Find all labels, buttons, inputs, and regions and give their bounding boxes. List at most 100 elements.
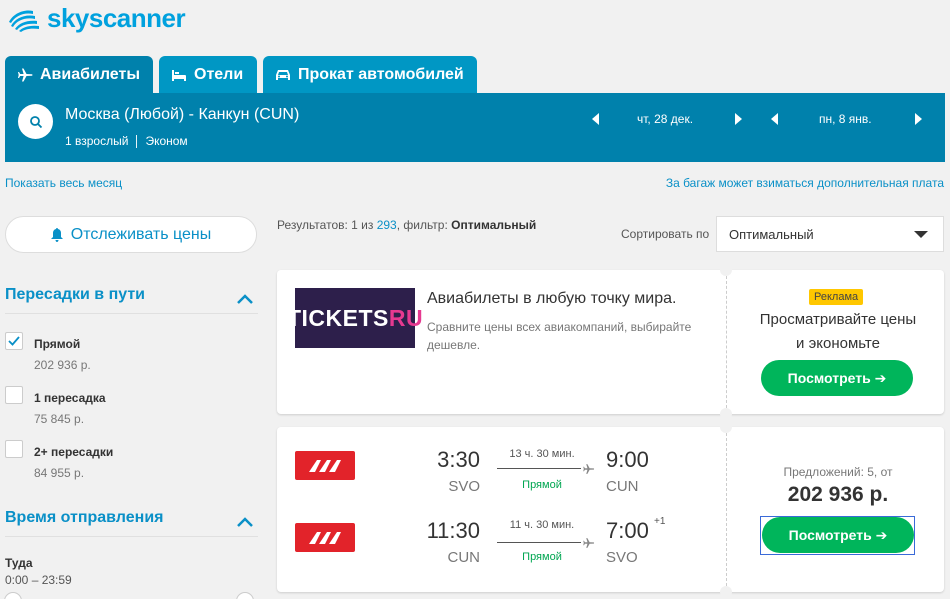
results-prefix: Результатов: 1 из [277, 218, 377, 232]
tab-hotels-label: Отели [194, 65, 244, 83]
tab-flights-label: Авиабилеты [40, 65, 140, 83]
leg1-stops: Прямой [522, 479, 562, 491]
leg2-duration: 11 ч. 30 мин. [509, 519, 575, 531]
offers-count[interactable]: Предложений: 5, от [733, 465, 943, 479]
stops-filter-title[interactable]: Пересадки в пути [5, 286, 145, 304]
ad-description: Сравните цены всех авиакомпаний, выбирай… [427, 320, 692, 352]
leg1-arrival-time: 9:00 [606, 447, 649, 472]
return-date[interactable]: пн, 8 янв. [819, 112, 872, 126]
leg2-day-offset: +1 [654, 516, 666, 527]
airline-logo [295, 523, 355, 552]
departure-collapse-toggle[interactable] [237, 514, 253, 532]
chevron-up-icon [237, 294, 253, 304]
tab-car-rental[interactable]: Прокат автомобилей [263, 56, 477, 93]
ad-promo-line2: и экономьте [796, 335, 880, 352]
depart-prev-button[interactable] [590, 112, 600, 126]
caret-right-icon [734, 113, 742, 125]
airline-logo [295, 451, 355, 480]
ticketsru-logo[interactable]: TICKETS RU [287, 288, 423, 348]
time-slider-end-handle[interactable] [236, 592, 254, 599]
ticket-notch [720, 408, 732, 420]
leg2-departure-airport: CUN [447, 549, 481, 566]
ticket-notch [720, 264, 732, 276]
plane-icon [17, 67, 33, 83]
checkmark-icon [8, 336, 20, 346]
tab-flights[interactable]: Авиабилеты [5, 56, 153, 93]
depart-date[interactable]: чт, 28 дек. [637, 112, 693, 126]
logo-suffix-text: RU [388, 304, 424, 331]
departure-time-title[interactable]: Время отправления [5, 509, 164, 527]
caret-left-icon [770, 113, 778, 125]
skyscanner-logo[interactable]: skyscanner [5, 3, 186, 33]
time-slider-start-handle[interactable] [4, 592, 22, 599]
passenger-summary[interactable]: 1 взрослый Эконом [65, 134, 188, 148]
search-button[interactable] [18, 104, 53, 139]
direct-label[interactable]: Прямой [34, 337, 80, 351]
sunrise-logo-icon [9, 10, 39, 32]
leg1-duration: 13 ч. 30 мин. [509, 448, 575, 460]
track-prices-label: Отслеживать цены [70, 225, 212, 243]
leg1-departure-time: 3:30 [437, 447, 480, 472]
filter-prefix: , фильтр: [396, 218, 452, 232]
two-plus-stops-checkbox[interactable] [5, 440, 23, 458]
ticket-notch [720, 586, 732, 598]
outbound-time-range: 0:00 – 23:59 [5, 573, 72, 587]
flight-card-divider [726, 433, 727, 586]
leg2-departure-time: 11:30 [426, 518, 480, 543]
brand-name: skyscanner [47, 3, 186, 33]
baggage-fee-link[interactable]: За багаж может взиматься дополнительная … [666, 176, 944, 190]
one-stop-price: 75 845 р. [34, 412, 85, 426]
sort-value: Оптимальный [729, 226, 814, 242]
ad-view-button[interactable]: Посмотреть ➔ [761, 360, 913, 396]
route-text[interactable]: Москва (Любой) - Канкун (CUN) [65, 106, 299, 124]
bed-icon [171, 68, 187, 82]
divider [136, 134, 138, 148]
return-next-button[interactable] [913, 112, 923, 126]
passenger-count: 1 взрослый [65, 134, 129, 148]
bell-icon [50, 227, 63, 242]
stops-collapse-toggle[interactable] [237, 291, 253, 309]
car-icon [275, 68, 291, 82]
flight-price: 202 936 р. [787, 483, 889, 506]
show-month-link[interactable]: Показать весь месяц [5, 176, 122, 190]
ad-title[interactable]: Авиабилеты в любую точку мира. [427, 290, 676, 308]
leg2-arrival-airport: SVO [606, 549, 638, 566]
search-summary-bar [5, 93, 945, 162]
cabin-class: Эконом [145, 134, 188, 148]
leg2-flight-line [497, 542, 581, 543]
results-summary: Результатов: 1 из 293, фильтр: Оптимальн… [277, 218, 536, 232]
ad-promo-line1: Просматривайте цены [759, 311, 917, 328]
two-plus-stops-label[interactable]: 2+ пересадки [34, 445, 113, 459]
ad-promo-text: Просматривайте цены и экономьте [733, 308, 943, 356]
results-total[interactable]: 293 [377, 218, 397, 232]
divider [5, 313, 258, 314]
depart-next-button[interactable] [733, 112, 743, 126]
logo-main-text: TICKETS [286, 304, 389, 331]
ad-badge: Реклама [809, 289, 864, 305]
tab-car-rental-label: Прокат автомобилей [298, 65, 464, 83]
one-stop-checkbox[interactable] [5, 386, 23, 404]
direct-checkbox[interactable] [5, 332, 23, 350]
one-stop-label[interactable]: 1 пересадка [34, 391, 106, 405]
chevron-up-icon [237, 517, 253, 527]
two-plus-stops-price: 84 955 р. [34, 466, 85, 480]
caret-right-icon [914, 113, 922, 125]
caret-down-icon [914, 231, 928, 238]
return-prev-button[interactable] [769, 112, 779, 126]
sort-select[interactable]: Оптимальный [716, 216, 944, 252]
plane-icon [582, 462, 595, 480]
flight-view-button[interactable]: Посмотреть ➔ [762, 517, 914, 553]
direct-price: 202 936 р. [34, 358, 91, 372]
ticket-notch [720, 421, 732, 433]
sort-label: Сортировать по [621, 227, 710, 241]
filter-name: Оптимальный [451, 218, 537, 232]
track-prices-button[interactable]: Отслеживать цены [5, 216, 257, 253]
leg1-departure-airport: SVO [448, 478, 480, 495]
leg1-arrival-airport: CUN [606, 478, 639, 495]
caret-left-icon [591, 113, 599, 125]
leg2-stops: Прямой [522, 551, 562, 563]
nordwind-logo-icon [309, 531, 341, 544]
outbound-label: Туда [5, 556, 33, 570]
tab-hotels[interactable]: Отели [159, 56, 257, 93]
search-icon [29, 115, 42, 128]
